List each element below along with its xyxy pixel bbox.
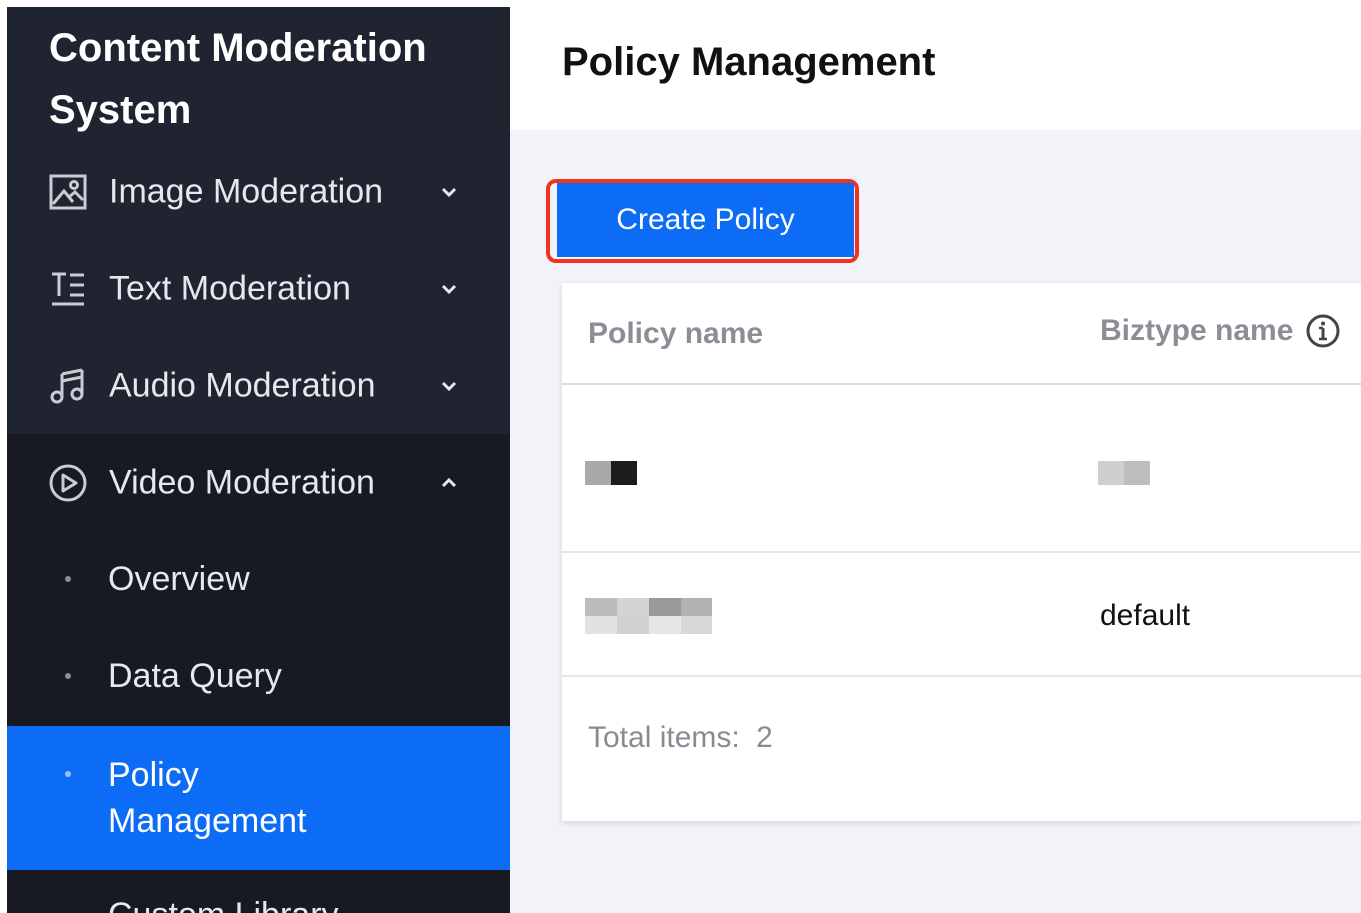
chevron-up-icon: [437, 471, 461, 495]
row-divider: [562, 675, 1361, 677]
page-header: Policy Management: [510, 0, 1361, 130]
biztype-name-cell: default: [1100, 599, 1191, 632]
app-title: Content Moderation System: [49, 26, 427, 132]
sidebar-item-image-moderation[interactable]: Image Moderation: [7, 143, 510, 240]
info-icon[interactable]: [1305, 313, 1341, 349]
sidebar-item-video-moderation[interactable]: Video Moderation: [7, 434, 510, 531]
sidebar-item-label: Audio Moderation: [109, 366, 376, 404]
sidebar-item-text-moderation[interactable]: Text Moderation: [7, 240, 510, 337]
bullet-icon: [65, 771, 71, 777]
column-header-policy-name: Policy name: [588, 316, 764, 350]
chevron-down-icon: [437, 180, 461, 204]
sidebar-subitem-label: Policy Management: [108, 756, 307, 840]
sidebar-subitem-policy-management[interactable]: Policy Management: [7, 726, 510, 870]
sidebar-subitem-data-query[interactable]: Data Query: [7, 628, 510, 725]
image-icon: [47, 171, 89, 213]
total-items: Total items: 2: [588, 721, 773, 755]
total-items-label: Total items:: [588, 721, 740, 754]
create-policy-button[interactable]: Create Policy: [557, 183, 854, 257]
sidebar-subitem-overview[interactable]: Overview: [7, 531, 510, 628]
sidebar-subitem-custom-library[interactable]: Custom Library: [7, 870, 510, 913]
bullet-icon: [65, 673, 71, 679]
play-circle-icon: [47, 462, 89, 504]
bullet-icon: [65, 576, 71, 582]
redacted-policy-name: [585, 598, 712, 634]
music-icon: [47, 365, 89, 407]
sidebar: Content Moderation System Image Moderati…: [7, 7, 510, 913]
sidebar-subitem-label: Overview: [108, 560, 250, 598]
redacted-biztype-name: [1098, 461, 1150, 485]
redacted-policy-name: [585, 461, 637, 485]
page-title: Policy Management: [562, 40, 936, 84]
sidebar-subitem-label: Custom Library: [108, 892, 339, 913]
sidebar-subitem-label: Data Query: [108, 657, 282, 695]
sidebar-item-label: Image Moderation: [109, 172, 384, 210]
policy-table: Policy name Biztype name default Total i…: [562, 283, 1361, 821]
column-header-label: Biztype name: [1100, 313, 1294, 347]
column-header-biztype-name: Biztype name: [1100, 280, 1341, 381]
table-row[interactable]: default: [562, 553, 1361, 675]
sidebar-item-label: Video Moderation: [109, 463, 375, 501]
main-content: Policy Management Create Policy Policy n…: [510, 0, 1361, 913]
sidebar-item-label: Text Moderation: [109, 269, 351, 307]
table-row[interactable]: [562, 385, 1361, 551]
chevron-down-icon: [437, 374, 461, 398]
sidebar-item-audio-moderation[interactable]: Audio Moderation: [7, 337, 510, 434]
total-items-count: 2: [756, 721, 773, 754]
text-icon: [47, 268, 89, 310]
chevron-down-icon: [437, 277, 461, 301]
